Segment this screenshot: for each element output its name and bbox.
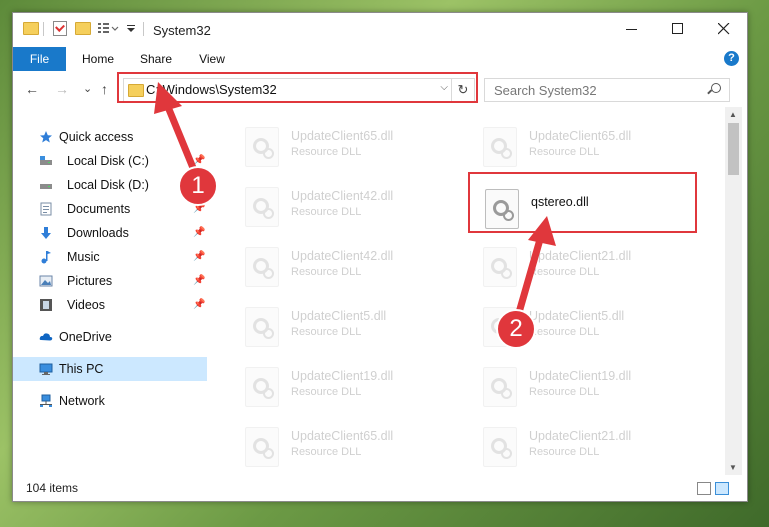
step-callout-1: 1 [178, 166, 218, 206]
step-callout-2: 2 [496, 309, 536, 349]
annotation-arrows [154, 82, 556, 320]
